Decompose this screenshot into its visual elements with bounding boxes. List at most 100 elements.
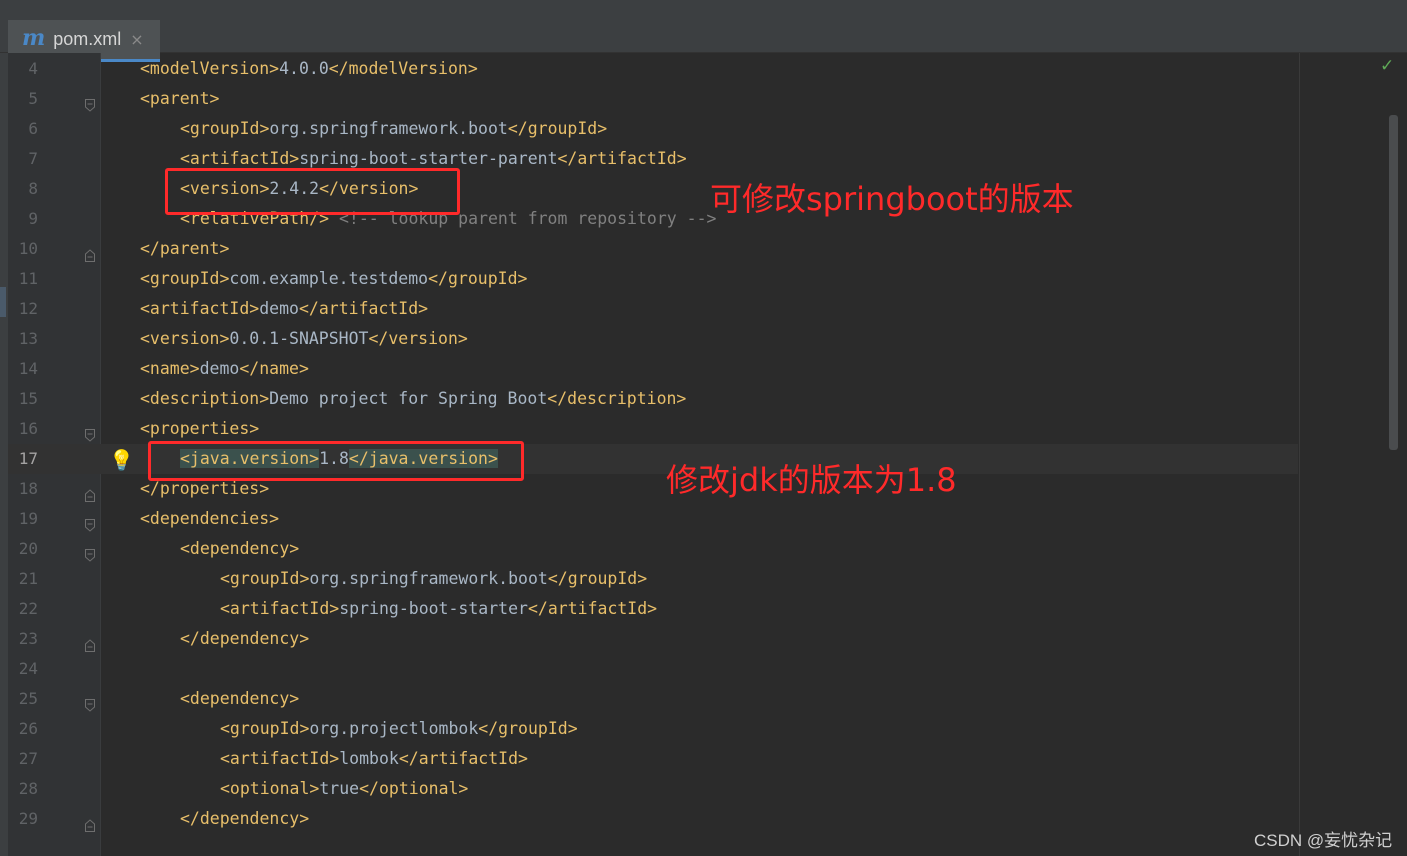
code-line[interactable]: 13 <version>0.0.1-SNAPSHOT</version> <box>8 324 1298 354</box>
fold-open-icon[interactable] <box>85 692 95 712</box>
strip-marker <box>0 287 6 317</box>
code-line[interactable]: 16 <properties> <box>8 414 1298 444</box>
code-text: <modelVersion>4.0.0</modelVersion> <box>140 54 478 84</box>
code-line[interactable]: 24 <box>8 654 1298 684</box>
line-number: 4 <box>28 59 38 78</box>
xml-open-tag: <dependency> <box>180 689 300 708</box>
line-number: 21 <box>18 569 38 588</box>
code-line[interactable]: 15 <description>Demo project for Spring B… <box>8 384 1298 414</box>
line-number: 7 <box>28 149 38 168</box>
xml-close-tag: </name> <box>239 359 309 378</box>
xml-open-tag: <groupId> <box>220 719 310 738</box>
tab-label: pom.xml <box>53 29 122 49</box>
highlight-box-version <box>165 168 460 215</box>
code-line[interactable]: 6 <groupId>org.springframework.boot</grou… <box>8 114 1298 144</box>
line-number: 16 <box>18 419 38 438</box>
line-number: 14 <box>18 359 38 378</box>
code-text: <properties> <box>140 414 259 444</box>
line-number: 28 <box>18 779 38 798</box>
xml-value: org.springframework.boot <box>269 119 508 138</box>
xml-close-tag: </groupId> <box>507 119 608 138</box>
code-text: <dependency> <box>180 684 299 714</box>
fold-close-icon[interactable] <box>85 482 95 502</box>
line-number: 23 <box>18 629 38 648</box>
fold-open-icon[interactable] <box>85 422 95 442</box>
line-number: 25 <box>18 689 38 708</box>
code-line[interactable]: 4 <modelVersion>4.0.0</modelVersion> <box>8 54 1298 84</box>
highlight-box-java-version <box>148 441 524 481</box>
code-line[interactable]: 12 <artifactId>demo</artifactId> <box>8 294 1298 324</box>
fold-open-icon[interactable] <box>85 542 95 562</box>
code-text: <dependencies> <box>140 504 279 534</box>
code-text: <parent> <box>140 84 219 114</box>
xml-open-tag: <groupId> <box>140 269 230 288</box>
lightbulb-icon[interactable]: 💡 <box>109 445 134 475</box>
code-line[interactable]: 20 <dependency> <box>8 534 1298 564</box>
xml-close-tag: </artifactId> <box>398 749 528 768</box>
line-number: 24 <box>18 659 38 678</box>
vertical-scrollbar[interactable] <box>1389 115 1398 450</box>
annotation-jdk-version: 修改jdk的版本为1.8 <box>666 461 957 499</box>
line-number: 12 <box>18 299 38 318</box>
inspection-ok-icon[interactable]: ✓ <box>1380 56 1394 76</box>
code-text: <groupId>org.springframework.boot</group… <box>220 564 647 594</box>
line-number: 18 <box>18 479 38 498</box>
code-line[interactable]: 19 <dependencies> <box>8 504 1298 534</box>
line-number: 10 <box>18 239 38 258</box>
right-margin-guide <box>1299 53 1300 856</box>
xml-open-tag: <artifactId> <box>140 299 260 318</box>
line-number: 19 <box>18 509 38 528</box>
xml-open-tag: <artifactId> <box>220 749 340 768</box>
code-line[interactable]: 10 </parent> <box>8 234 1298 264</box>
xml-open-tag: <properties> <box>140 419 260 438</box>
code-line[interactable]: 23 </dependency> <box>8 624 1298 654</box>
xml-open-tag: </dependency> <box>180 629 310 648</box>
line-number: 27 <box>18 749 38 768</box>
code-text: <version>0.0.1-SNAPSHOT</version> <box>140 324 468 354</box>
xml-close-tag: </artifactId> <box>557 149 687 168</box>
fold-open-icon[interactable] <box>85 92 95 112</box>
code-text: </dependency> <box>180 804 309 834</box>
xml-value: lombok <box>339 749 399 768</box>
close-icon[interactable]: × <box>130 30 143 49</box>
code-text: <groupId>org.springframework.boot</group… <box>180 114 607 144</box>
xml-close-tag: </artifactId> <box>527 599 658 618</box>
line-number: 22 <box>18 599 38 618</box>
code-line[interactable]: 27 <artifactId>lombok</artifactId> <box>8 744 1298 774</box>
xml-value: org.springframework.boot <box>309 569 548 588</box>
fold-close-icon[interactable] <box>85 632 95 652</box>
watermark: CSDN @妄忧杂记 <box>1254 831 1393 850</box>
code-line[interactable]: 14 <name>demo</name> <box>8 354 1298 384</box>
xml-value: demo <box>259 299 299 318</box>
code-line[interactable]: 22 <artifactId>spring-boot-starter</artif… <box>8 594 1298 624</box>
code-line[interactable]: 29 </dependency> <box>8 804 1298 834</box>
code-line[interactable]: 21 <groupId>org.springframework.boot</gro… <box>8 564 1298 594</box>
line-number: 26 <box>18 719 38 738</box>
xml-open-tag: <parent> <box>140 89 220 108</box>
code-line[interactable]: 5 <parent> <box>8 84 1298 114</box>
editor-tab-bar: m pom.xml × <box>0 10 1407 62</box>
code-text: <name>demo</name> <box>140 354 309 384</box>
fold-close-icon[interactable] <box>85 242 95 262</box>
tool-window-strip <box>0 53 8 856</box>
title-bar <box>0 0 1407 10</box>
xml-value: 0.0.1-SNAPSHOT <box>229 329 369 348</box>
xml-close-tag: </groupId> <box>428 269 528 288</box>
line-number: 20 <box>18 539 38 558</box>
line-number: 17 <box>18 449 38 468</box>
xml-open-tag: <artifactId> <box>220 599 340 618</box>
fold-close-icon[interactable] <box>85 812 95 832</box>
xml-value: spring-boot-starter <box>339 599 528 618</box>
xml-close-tag: </modelVersion> <box>328 59 478 78</box>
xml-open-tag: </properties> <box>140 479 270 498</box>
annotation-springboot-version: 可修改springboot的版本 <box>710 180 1074 218</box>
fold-open-icon[interactable] <box>85 512 95 532</box>
code-line[interactable]: 28 <optional>true</optional> <box>8 774 1298 804</box>
code-text: </parent> <box>140 234 229 264</box>
xml-close-tag: </optional> <box>359 779 469 798</box>
code-line[interactable]: 25 <dependency> <box>8 684 1298 714</box>
xml-open-tag: </dependency> <box>180 809 310 828</box>
code-line[interactable]: 11 <groupId>com.example.testdemo</groupId… <box>8 264 1298 294</box>
code-line[interactable]: 26 <groupId>org.projectlombok</groupId> <box>8 714 1298 744</box>
xml-close-tag: </groupId> <box>547 569 648 588</box>
